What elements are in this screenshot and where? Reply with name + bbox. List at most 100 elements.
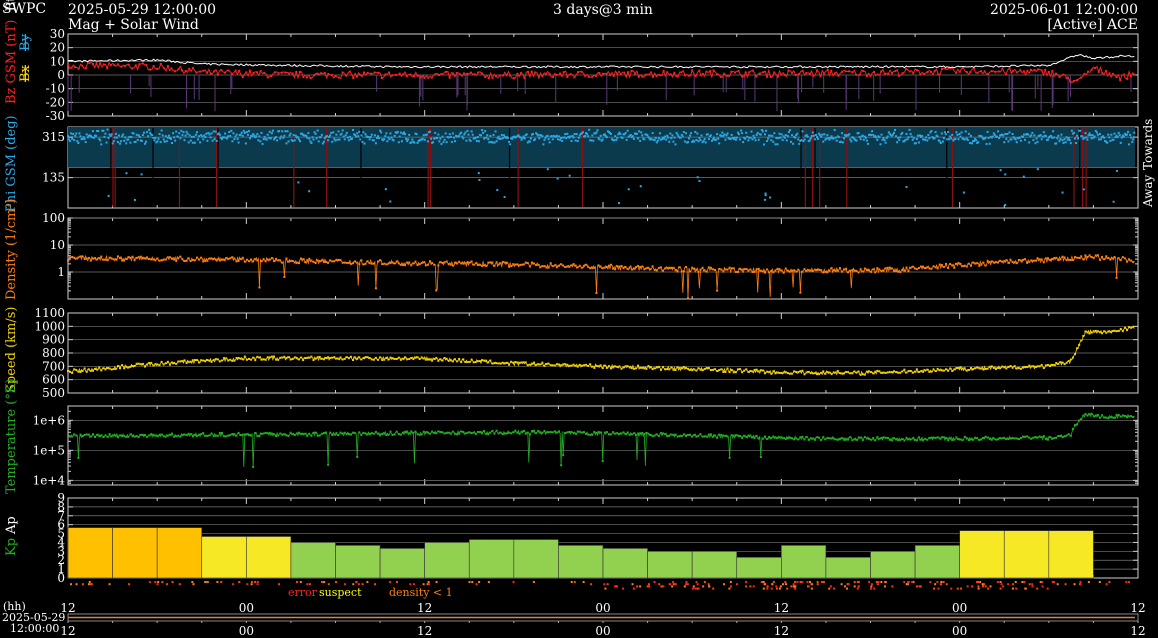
density-point [453,261,456,264]
phi-point [1130,136,1133,139]
density-point [312,260,315,263]
phi-point [410,141,413,144]
bz-point [840,70,843,73]
quality-flag-mark [752,585,755,588]
density-point [753,270,756,273]
speed-point [260,358,263,361]
phi-point [471,133,474,136]
bz-point [84,67,87,70]
temperature-point [418,433,421,436]
speed-point [1001,365,1004,368]
speed-point [1024,366,1027,369]
speed-point [693,368,696,371]
quality-flag-mark [911,581,914,583]
phi-point [411,138,414,141]
quality-flag-mark [853,585,856,588]
bz-point [602,72,604,75]
bz-point [751,69,754,72]
speed-point [408,357,411,360]
temperature-point [647,432,650,435]
phi-point [383,138,386,141]
quality-flag-mark [590,583,593,586]
temperature-point [270,432,273,435]
phi-point [997,130,1000,133]
phi-point [198,135,201,138]
phi-point [1091,134,1094,137]
phi-point [883,139,886,142]
density-point [302,258,305,261]
density-point [1080,255,1083,258]
phi-point [629,133,632,136]
phi-point [331,140,334,143]
speed-point [1123,326,1126,329]
phi-point [495,140,498,143]
density-point [986,259,989,262]
bz-point [434,73,437,76]
phi-point [346,136,349,139]
density-point [362,263,365,266]
temperature-point [472,431,475,434]
phi-point [1008,131,1011,134]
density-point [433,263,436,266]
density-point [659,266,662,269]
phi-point [1039,134,1042,137]
density-point [976,262,979,265]
density-point [664,267,667,270]
density-point [150,258,153,261]
phi-ytick-label: 135 [42,171,65,185]
phi-point [305,134,308,137]
temperature-point [865,437,868,440]
density-ytick-label: 1 [57,265,65,279]
phi-point [1115,169,1118,172]
density-point [227,258,230,261]
phi-point [1067,137,1070,140]
phi-point [465,139,468,142]
phi-point [986,130,989,133]
quality-flag-mark [220,581,223,583]
speed-point [843,372,846,375]
speed-point [555,363,558,366]
phi-point [991,135,994,138]
density-point [899,271,902,274]
phi-point [1086,138,1089,141]
speed-point [799,370,802,373]
phi-point [441,135,444,138]
density-point [270,257,273,260]
temperature-point [75,434,78,437]
speed-point [957,366,960,369]
density-point [749,268,752,271]
density-point [533,262,536,265]
density-point [125,257,128,260]
speed-point [1053,363,1056,366]
speed-point [913,370,916,373]
speed-point [501,361,504,364]
speed-point [539,363,542,366]
density-point [816,268,818,271]
temperature-point [572,432,575,435]
speed-point [1109,330,1112,333]
speed-point [252,356,255,359]
speed-point [834,371,837,374]
quality-flag-mark [793,587,796,590]
density-point [967,262,970,265]
bz-point [509,74,512,77]
kp-bar [691,551,738,579]
phi-point [769,196,772,199]
phi-point [1059,138,1062,141]
bz-point [445,70,448,73]
density-point [922,265,925,268]
bz-point [748,71,751,74]
phi-point [905,132,908,135]
bz-point [937,73,940,76]
density-point [786,269,789,272]
quality-flag-mark [829,585,832,588]
phi-point [317,140,320,143]
phi-point [190,135,193,138]
temperature-point [183,433,186,436]
speed-point [917,370,920,373]
density-point [1071,259,1074,262]
phi-point [631,135,634,138]
density-point [508,265,511,268]
phi-point [956,133,959,136]
quality-flag-mark [801,581,804,583]
